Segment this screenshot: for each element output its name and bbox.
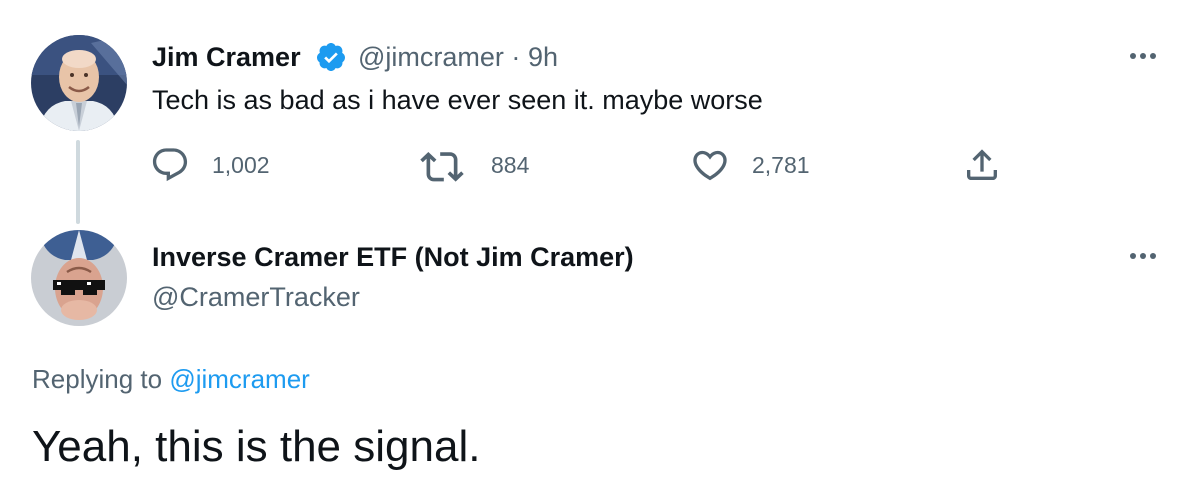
replying-to-line: Replying to @jimcramer bbox=[32, 364, 310, 395]
retweet-count: 884 bbox=[491, 151, 530, 178]
tweet-text: Tech is as bad as i have ever seen it. m… bbox=[152, 85, 763, 115]
reply-count: 1,002 bbox=[212, 151, 270, 178]
author-handle[interactable]: @jimcramer bbox=[358, 42, 504, 72]
avatar-inverse-cramer[interactable] bbox=[31, 230, 127, 326]
retweet-icon bbox=[420, 152, 464, 182]
thread-connector-line bbox=[76, 140, 80, 224]
more-options-icon[interactable] bbox=[1125, 46, 1165, 66]
author-handle-and-time[interactable]: @jimcramer · 9h bbox=[358, 42, 558, 73]
reply-button[interactable]: 1,002 bbox=[150, 143, 270, 187]
author-name[interactable]: Jim Cramer bbox=[152, 42, 301, 73]
like-button[interactable]: 2,781 bbox=[690, 143, 810, 187]
like-count: 2,781 bbox=[752, 151, 810, 178]
verified-badge-icon bbox=[315, 41, 347, 73]
share-button[interactable] bbox=[962, 143, 1002, 187]
reply-icon bbox=[152, 148, 188, 182]
reply-author-handle[interactable]: @CramerTracker bbox=[152, 282, 360, 313]
tweet-timestamp[interactable]: 9h bbox=[528, 42, 558, 72]
avatar-image bbox=[31, 230, 127, 326]
avatar-jim-cramer[interactable] bbox=[31, 35, 127, 131]
heart-icon bbox=[693, 150, 727, 181]
separator-dot: · bbox=[511, 42, 521, 72]
reply-more-options-icon[interactable] bbox=[1125, 246, 1165, 266]
reply-tweet-text: Yeah, this is the signal. bbox=[32, 422, 481, 471]
reply-author-name[interactable]: Inverse Cramer ETF (Not Jim Cramer) bbox=[152, 242, 634, 273]
replying-to-label: Replying to bbox=[32, 364, 163, 394]
share-icon bbox=[967, 149, 997, 180]
avatar-image bbox=[31, 35, 127, 131]
replying-to-mention-link[interactable]: @jimcramer bbox=[169, 364, 310, 394]
retweet-button[interactable]: 884 bbox=[420, 143, 529, 187]
